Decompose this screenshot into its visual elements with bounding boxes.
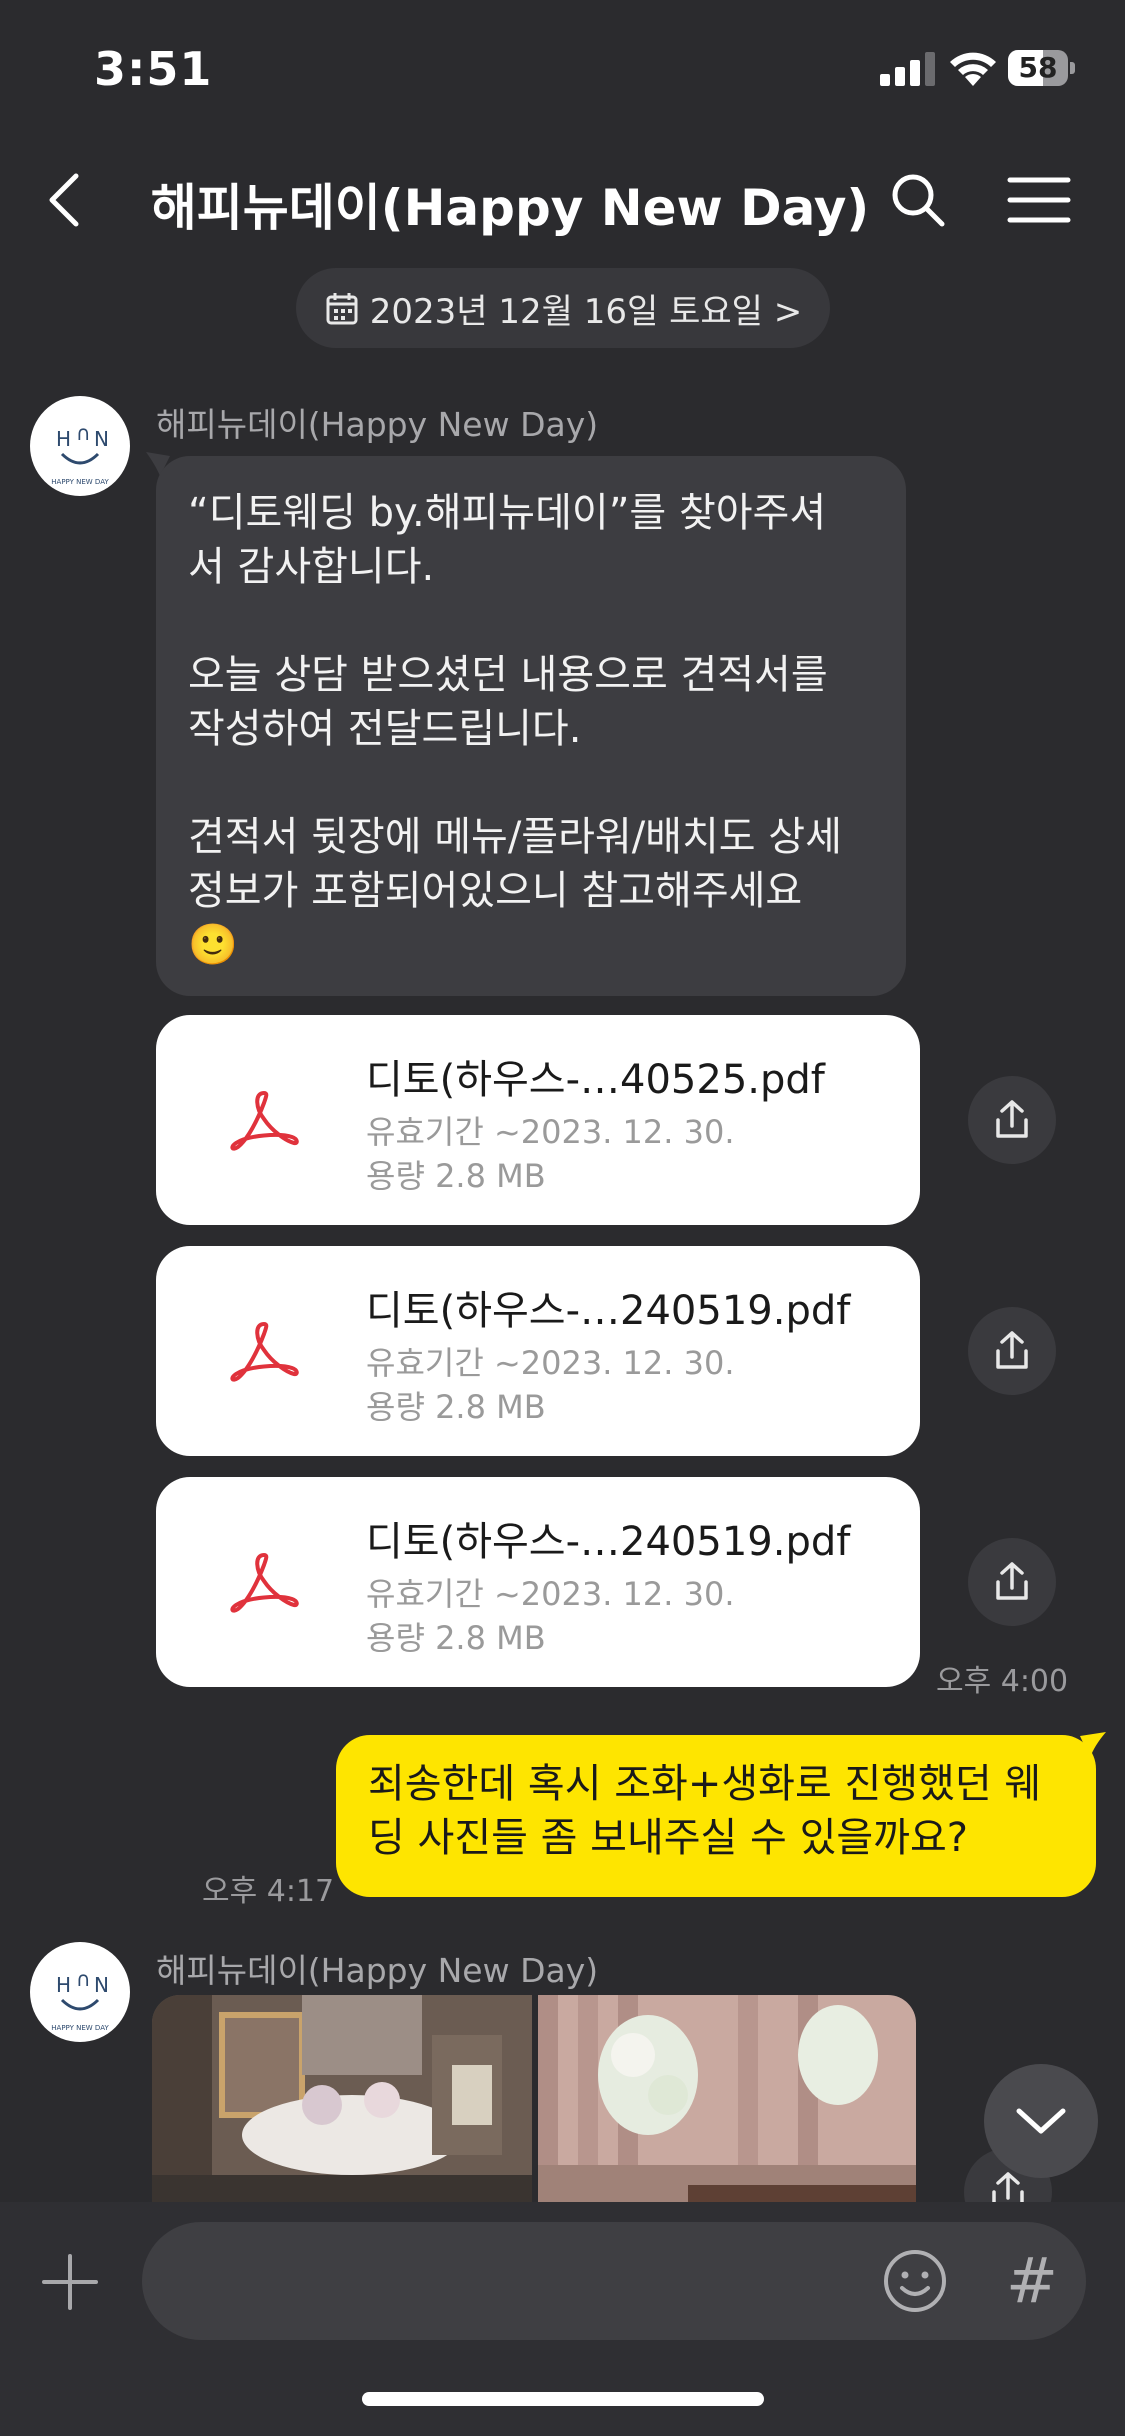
svg-text:N: N [94, 1973, 109, 1997]
file-name: 디토(하우스-…240519.pdf [366, 1519, 851, 1565]
outgoing-message[interactable]: 죄송한데 혹시 조화+생화로 진행했던 웨 딩 사진들 좀 보내주실 수 있을까… [336, 1735, 1096, 1897]
file-card[interactable]: 디토(하우스-…240519.pdf 유효기간 ~2023. 12. 30. 용… [156, 1477, 920, 1687]
sender-name: 해피뉴데이(Happy New Day) [156, 1951, 599, 1990]
home-indicator [362, 2392, 764, 2406]
chat-title: 해피뉴데이(Happy New Day) [150, 179, 870, 237]
file-size: 용량 2.8 MB [366, 1619, 546, 1657]
file-card[interactable]: 디토(하우스-…240519.pdf 유효기간 ~2023. 12. 30. 용… [156, 1246, 920, 1456]
battery-percent: 58 [1018, 51, 1058, 84]
message-input[interactable] [178, 2246, 878, 2316]
scroll-to-bottom-button[interactable] [984, 2064, 1098, 2178]
file-expiry: 유효기간 ~2023. 12. 30. [366, 1344, 735, 1382]
file-name: 디토(하우스-…240519.pdf [366, 1288, 851, 1334]
message-time: 오후 4:00 [936, 1664, 1069, 1699]
status-bar: 3:51 58 [0, 0, 1125, 140]
avatar[interactable]: H ∩ N HAPPY NEW DAY [30, 396, 130, 496]
plus-icon[interactable] [40, 2252, 100, 2312]
share-icon [996, 1100, 1028, 1138]
battery-indicator: 58 [1008, 50, 1075, 86]
wedding-photo[interactable] [538, 1995, 916, 2205]
pdf-icon [230, 1091, 299, 1151]
file-card[interactable]: 디토(하우스-…40525.pdf 유효기간 ~2023. 12. 30. 용량… [156, 1015, 920, 1225]
share-icon [996, 1331, 1028, 1369]
happy-new-day-logo: H ∩ N HAPPY NEW DAY [51, 421, 109, 486]
share-button[interactable] [968, 1538, 1056, 1626]
avatar[interactable]: H ∩ N HAPPY NEW DAY [30, 1942, 130, 2042]
signal-icon [880, 52, 935, 86]
svg-text:∩: ∩ [76, 1967, 91, 1991]
date-chip[interactable]: 2023년 12월 16일 토요일 > [296, 268, 830, 348]
pdf-icon [230, 1553, 299, 1613]
incoming-message[interactable]: “디토웨딩 by.해피뉴데이”를 찾아주셔 서 감사합니다. 오늘 상담 받으셨… [156, 456, 906, 996]
share-icon [996, 1562, 1028, 1600]
photo-image [538, 1995, 916, 2205]
svg-text:H: H [56, 427, 71, 451]
message-input-field[interactable]: # [142, 2222, 1086, 2340]
share-button[interactable] [968, 1307, 1056, 1395]
date-label: 2023년 12월 16일 토요일 > [369, 291, 803, 332]
file-size: 용량 2.8 MB [366, 1157, 546, 1195]
calendar-icon [326, 293, 358, 325]
file-size: 용량 2.8 MB [366, 1388, 546, 1426]
chevron-down-icon [1016, 2108, 1066, 2134]
svg-text:HAPPY NEW DAY: HAPPY NEW DAY [51, 478, 109, 486]
wifi-icon [950, 52, 996, 86]
file-name: 디토(하우스-…40525.pdf [366, 1057, 825, 1103]
file-expiry: 유효기간 ~2023. 12. 30. [366, 1575, 735, 1613]
pdf-icon [230, 1322, 299, 1382]
chat-header: 해피뉴데이(Happy New Day) [0, 140, 1125, 260]
message-time: 오후 4:17 [202, 1874, 335, 1909]
emoji-icon[interactable] [882, 2248, 948, 2314]
photo-image [152, 1995, 532, 2205]
back-icon[interactable] [40, 170, 90, 230]
share-button[interactable] [968, 1076, 1056, 1164]
svg-text:H: H [56, 1973, 71, 1997]
file-expiry: 유효기간 ~2023. 12. 30. [366, 1113, 735, 1151]
menu-icon[interactable] [1006, 170, 1072, 230]
svg-text:∩: ∩ [76, 421, 91, 445]
svg-text:HAPPY NEW DAY: HAPPY NEW DAY [51, 2024, 109, 2032]
status-time: 3:51 [94, 42, 213, 96]
svg-text:N: N [94, 427, 109, 451]
hashtag-button[interactable]: # [1002, 2246, 1062, 2316]
sender-name: 해피뉴데이(Happy New Day) [156, 405, 599, 444]
happy-new-day-logo: H ∩ N HAPPY NEW DAY [51, 1967, 109, 2032]
wedding-photo[interactable] [152, 1995, 532, 2205]
search-icon[interactable] [888, 170, 948, 230]
